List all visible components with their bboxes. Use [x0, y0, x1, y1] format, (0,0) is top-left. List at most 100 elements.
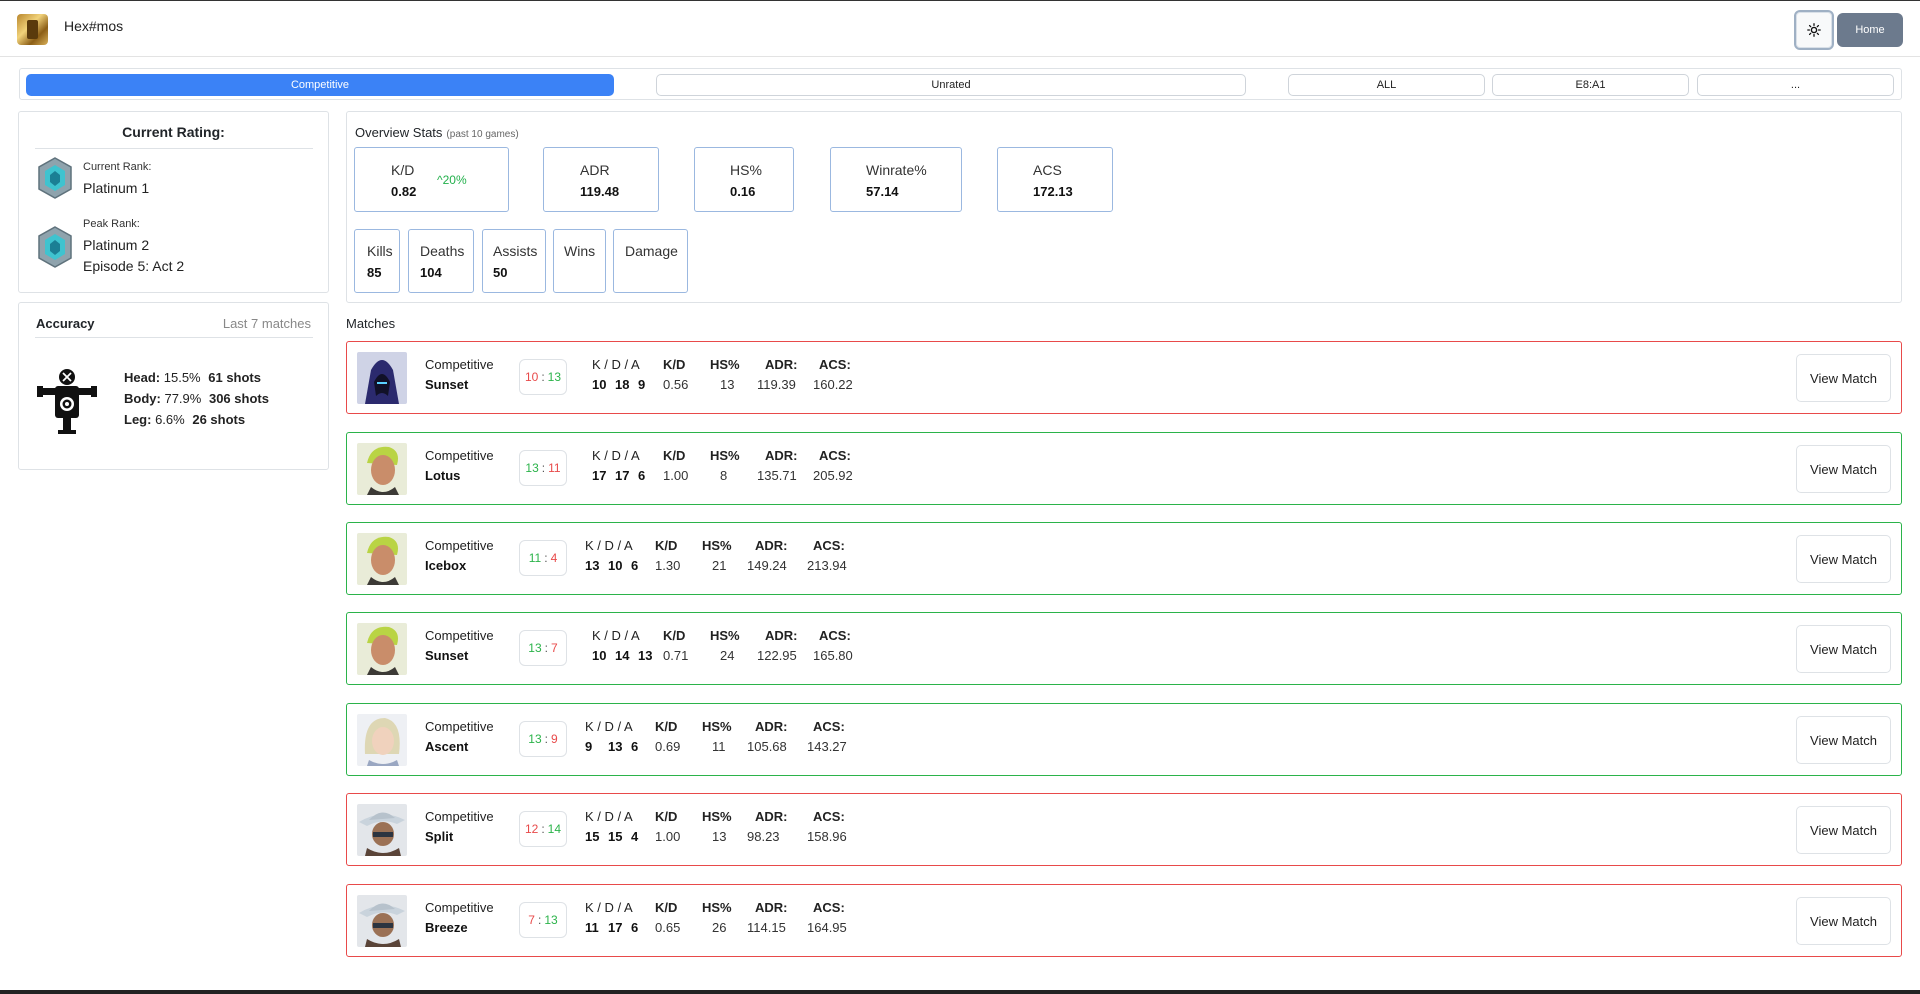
score-separator: :	[537, 913, 542, 927]
divider	[35, 337, 313, 338]
deaths-value: 15	[608, 829, 623, 844]
stat-wins: Wins	[553, 229, 606, 293]
view-match-button[interactable]: View Match	[1796, 806, 1891, 854]
leg-shots: 26 shots	[192, 412, 246, 427]
adr-value: 135.71	[757, 468, 797, 483]
match-score: 13:9	[519, 721, 567, 757]
agent-portrait	[357, 714, 407, 766]
stat-hs: HS% 0.16	[694, 147, 794, 212]
kills-value: 11	[585, 920, 599, 935]
score-team-b: 9	[551, 732, 558, 746]
stat-kd-delta: ^20%	[437, 173, 467, 187]
view-match-button[interactable]: View Match	[1796, 625, 1891, 673]
kills-value: 10	[592, 648, 607, 663]
score-team-b: 7	[551, 641, 558, 655]
assists-value: 6	[631, 558, 639, 573]
score-separator: :	[544, 551, 548, 565]
stat-kd-label: K/D	[391, 162, 415, 178]
current-rank-value: Platinum 1	[83, 180, 150, 196]
adr-header: ADR:	[755, 809, 788, 824]
hs-header: HS%	[710, 448, 740, 463]
score-team-b: 11	[548, 461, 561, 475]
match-map: Sunset	[425, 648, 469, 663]
filter-unrated[interactable]: Unrated	[656, 74, 1246, 96]
kda-header: K / D / A	[585, 719, 633, 734]
stat-kills-label: Kills	[367, 243, 393, 259]
hs-header: HS%	[702, 719, 732, 734]
stat-deaths-value: 104	[420, 265, 442, 280]
home-button[interactable]: Home	[1837, 13, 1903, 47]
match-map: Icebox	[425, 558, 467, 573]
view-match-button[interactable]: View Match	[1796, 897, 1891, 945]
kd-value: 1.00	[663, 468, 689, 483]
score-team-b: 14	[547, 822, 562, 836]
kda-header: K / D / A	[585, 538, 633, 553]
match-row: Competitive Sunset 13:7 K / D / A 10 14 13 K/D 0…	[346, 612, 1902, 685]
match-score: 13:7	[519, 630, 567, 666]
stat-winrate: Winrate% 57.14	[830, 147, 962, 212]
kd-value: 0.71	[663, 648, 689, 663]
stat-winrate-label: Winrate%	[866, 162, 927, 178]
rating-panel: Current Rating: Current Rank: Platinum 1…	[18, 111, 329, 293]
theme-toggle-button[interactable]	[1794, 10, 1834, 50]
adr-value: 119.39	[757, 377, 796, 392]
hs-value: 11	[712, 739, 726, 754]
acs-header: ACS:	[813, 719, 845, 734]
filter-all[interactable]: ALL	[1288, 74, 1485, 96]
body-percent: 77.9%	[164, 391, 202, 406]
view-match-button[interactable]: View Match	[1796, 445, 1891, 493]
match-map: Split	[425, 829, 454, 844]
stat-kills-value: 85	[367, 265, 382, 280]
stat-deaths-label: Deaths	[420, 243, 465, 259]
deaths-value: 10	[608, 558, 623, 573]
acs-header: ACS:	[819, 628, 851, 643]
assists-value: 6	[631, 920, 639, 935]
assists-value: 9	[638, 377, 646, 392]
match-score: 10:13	[519, 359, 567, 395]
hs-value: 13	[720, 377, 735, 392]
kd-header: K/D	[663, 628, 686, 643]
kd-value: 0.69	[655, 739, 681, 754]
kda-header: K / D / A	[585, 900, 633, 915]
kda-header: K / D / A	[592, 628, 640, 643]
acs-value: 165.80	[813, 648, 853, 663]
match-row: Competitive Icebox 11:4 K / D / A 13 10 6 K/D 1.…	[346, 522, 1902, 595]
acs-value: 158.96	[807, 829, 847, 844]
filter-more[interactable]: ...	[1697, 74, 1894, 96]
kd-value: 1.30	[655, 558, 681, 573]
match-mode: Competitive	[425, 538, 494, 553]
peak-rank-episode: Episode 5: Act 2	[83, 258, 185, 274]
score-team-b: 13	[544, 913, 558, 927]
match-row: Competitive Breeze 7:13 K / D / A 11 17 6 K/D 0.…	[346, 884, 1902, 957]
stat-acs: ACS 172.13	[997, 147, 1113, 212]
match-row: Competitive Ascent 13:9 K / D / A 9 13 6 K/D 0.6…	[346, 703, 1902, 776]
leg-percent: 6.6%	[155, 412, 185, 427]
match-score: 7:13	[519, 902, 567, 938]
kills-value: 17	[592, 468, 607, 483]
body-shots: 306 shots	[208, 391, 269, 406]
kd-header: K/D	[655, 719, 678, 734]
match-score: 11:4	[519, 540, 567, 576]
view-match-button[interactable]: View Match	[1796, 716, 1891, 764]
view-match-button[interactable]: View Match	[1796, 535, 1891, 583]
match-row: Competitive Sunset 10:13 K / D / A 10 18 9 K/D 0…	[346, 341, 1902, 414]
hs-value: 24	[720, 648, 735, 663]
player-name: Hex#mos	[64, 18, 124, 34]
kda-header: K / D / A	[585, 809, 633, 824]
acs-header: ACS:	[813, 809, 845, 824]
acs-header: ACS:	[819, 448, 851, 463]
kda-header: K / D / A	[592, 357, 640, 372]
accuracy-body-row: Body: 77.9% 306 shots	[124, 391, 269, 406]
adr-header: ADR:	[765, 448, 798, 463]
deaths-value: 13	[608, 739, 623, 754]
view-match-button[interactable]: View Match	[1796, 354, 1891, 402]
filter-act[interactable]: E8:A1	[1492, 74, 1689, 96]
kd-value: 1.00	[655, 829, 681, 844]
match-row: Competitive Split 12:14 K / D / A 15 15 4 K/D 1.…	[346, 793, 1902, 866]
hs-header: HS%	[702, 809, 732, 824]
hs-header: HS%	[710, 357, 740, 372]
matches-title: Matches	[346, 316, 396, 331]
agent-portrait	[357, 533, 407, 585]
filter-competitive[interactable]: Competitive	[26, 74, 614, 96]
stat-assists-value: 50	[493, 265, 508, 280]
